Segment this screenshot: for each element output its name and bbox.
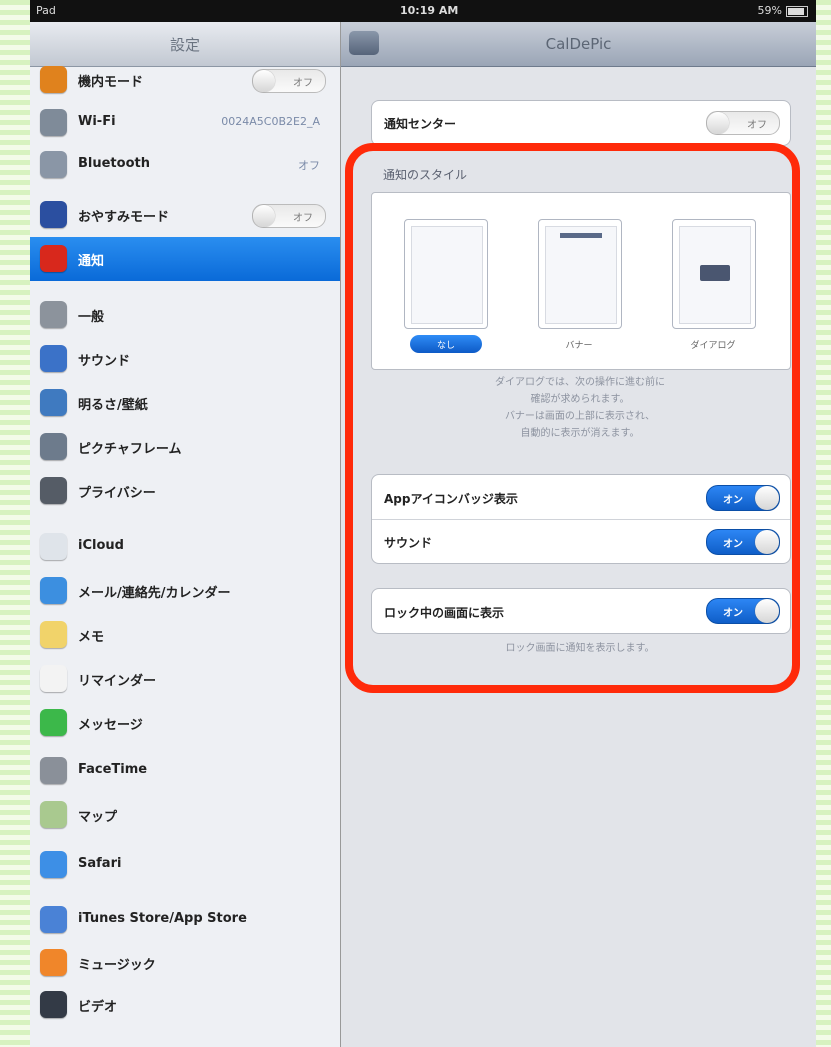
sidebar-item[interactable]: 一般 [30, 293, 340, 337]
sidebar-item-switch[interactable]: オフ [252, 204, 326, 228]
detail-navbar: CalDePic [341, 22, 816, 67]
notes-icon [40, 621, 67, 648]
switch-text: オフ [293, 78, 313, 89]
safari-icon [40, 851, 67, 878]
sidebar-item-label: 一般 [78, 310, 105, 325]
sidebar-item[interactable]: メモ [30, 613, 340, 657]
sidebar-item[interactable]: 明るさ/壁紙 [30, 381, 340, 425]
sidebar-item[interactable]: リマインダー [30, 657, 340, 701]
sidebar-item[interactable]: 通知 [30, 237, 340, 281]
reminders-icon [40, 665, 67, 692]
sidebar-item-label: リマインダー [78, 674, 157, 689]
sidebar-item-label: メモ [78, 630, 105, 645]
highlight-frame [345, 143, 800, 693]
sidebar-item[interactable]: メール/連絡先/カレンダー [30, 569, 340, 613]
sidebar-item-label: iCloud [78, 538, 124, 553]
sidebar-title: 設定 [169, 36, 200, 54]
sidebar-item-label: FaceTime [78, 762, 148, 777]
sidebar-item-label: ピクチャフレーム [78, 442, 182, 457]
maps-icon [40, 801, 67, 828]
notification-center-row[interactable]: 通知センター オフ [371, 100, 791, 146]
sidebar-item-label: メッセージ [78, 718, 143, 733]
gear-icon [40, 301, 67, 328]
device-label: Pad [36, 4, 56, 17]
moon-icon [40, 201, 67, 228]
switch-text: オフ [293, 213, 313, 224]
sidebar-item-label: おやすみモード [78, 210, 170, 225]
sidebar-item[interactable]: メッセージ [30, 701, 340, 745]
sidebar-item[interactable]: Wi-Fi 0024A5C0B2E2_A [30, 101, 340, 145]
sidebar-item[interactable]: マップ [30, 793, 340, 837]
sidebar-item[interactable]: ビデオ [30, 983, 340, 1027]
video-icon [40, 991, 67, 1018]
messages-icon [40, 709, 67, 736]
mail-icon [40, 577, 67, 604]
sidebar-item[interactable]: サウンド [30, 337, 340, 381]
sidebar-item-label: プライバシー [78, 486, 156, 501]
notification-center-label: 通知センター [384, 117, 457, 131]
music-icon [40, 949, 67, 976]
picture-frame-icon [40, 433, 67, 460]
bluetooth-icon [40, 151, 67, 178]
switch-knob [253, 70, 275, 92]
sidebar-item-label: 通知 [78, 254, 105, 269]
sidebar-item[interactable]: FaceTime [30, 749, 340, 793]
sidebar-item-label: Safari [78, 856, 122, 871]
sidebar-item-value: オフ [298, 159, 320, 172]
sidebar-item-label: ミュージック [78, 958, 156, 973]
detail-title: CalDePic [545, 35, 612, 53]
notification-center-switch[interactable]: オフ [706, 111, 780, 135]
sidebar-item-label: サウンド [78, 354, 131, 369]
battery-percent: 59% [757, 4, 782, 17]
settings-sidebar: 設定 機内モード オフ Wi-Fi 0024A5C0B2E2_A Bluetooth オフ… [30, 22, 341, 1047]
sidebar-item-label: Wi-Fi [78, 114, 116, 129]
sidebar-item[interactable]: Bluetooth オフ [30, 143, 340, 187]
brightness-icon [40, 389, 67, 416]
wifi-icon [40, 109, 67, 136]
sidebar-item[interactable]: ミュージック [30, 941, 340, 985]
sidebar-item-label: マップ [78, 810, 118, 825]
switch-knob [253, 205, 275, 227]
sidebar-item[interactable]: iTunes Store/App Store [30, 898, 340, 942]
switch-knob [707, 112, 729, 134]
sidebar-item-switch[interactable]: オフ [252, 69, 326, 93]
sidebar-item-label: Bluetooth [78, 156, 150, 171]
sidebar-item[interactable]: ピクチャフレーム [30, 425, 340, 469]
sidebar-item[interactable]: iCloud [30, 525, 340, 569]
sidebar-item-label: 機内モード [78, 75, 144, 90]
battery-icon [786, 6, 808, 17]
switch-text: オフ [747, 120, 767, 131]
clock: 10:19 AM [400, 4, 459, 17]
cloud-icon [40, 533, 67, 560]
airplane-icon [40, 66, 67, 93]
sidebar-item[interactable]: Safari [30, 843, 340, 887]
notification-icon [40, 245, 67, 272]
privacy-icon [40, 477, 67, 504]
status-bar: Pad 10:19 AM 59% [30, 0, 816, 22]
sidebar-item-label: ビデオ [78, 1000, 118, 1015]
sidebar-item-value: 0024A5C0B2E2_A [221, 115, 320, 128]
sidebar-item-label: iTunes Store/App Store [78, 911, 247, 926]
sidebar-item[interactable]: おやすみモード オフ [30, 193, 340, 237]
sidebar-item[interactable]: プライバシー [30, 469, 340, 513]
itunes-icon [40, 906, 67, 933]
sidebar-item-label: 明るさ/壁紙 [78, 398, 148, 413]
facetime-icon [40, 757, 67, 784]
sidebar-item[interactable]: 機内モード オフ [30, 58, 340, 102]
sound-icon [40, 345, 67, 372]
sidebar-item-label: メール/連絡先/カレンダー [78, 586, 231, 601]
